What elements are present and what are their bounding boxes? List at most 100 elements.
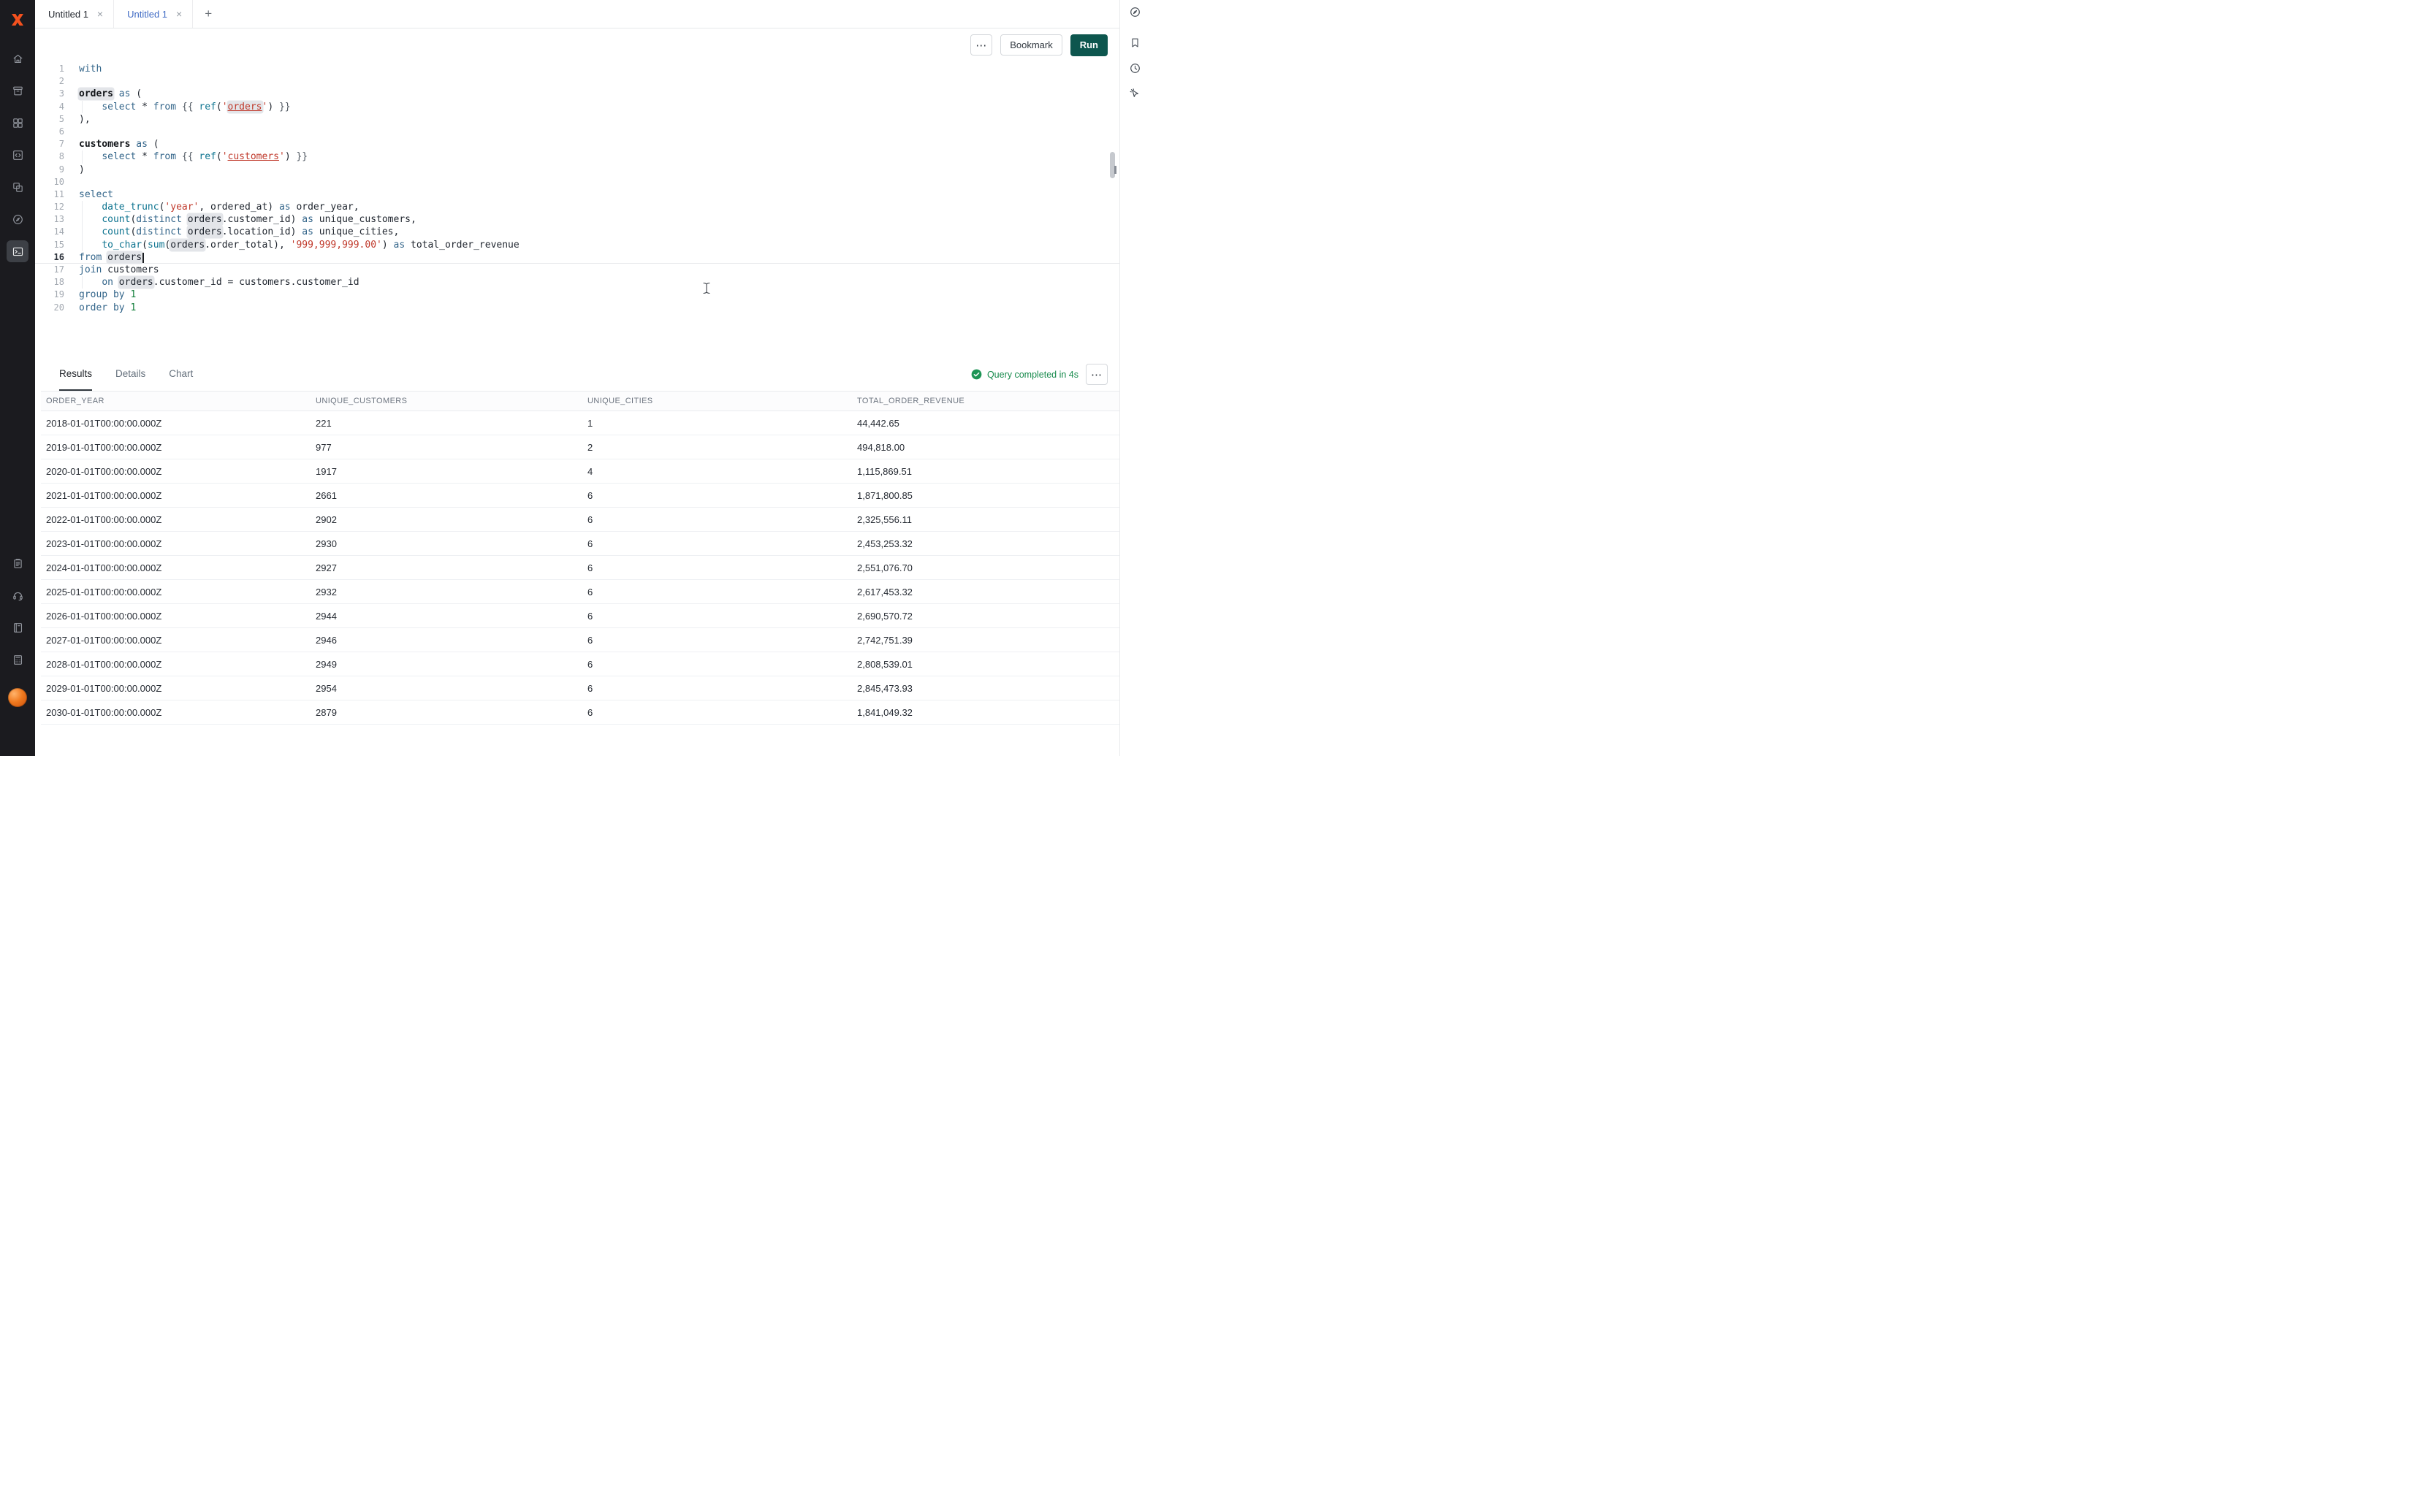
tab-chart[interactable]: Chart: [169, 358, 193, 391]
user-avatar[interactable]: [8, 688, 27, 707]
table-cell: 977: [311, 435, 582, 459]
table-cell: 2879: [311, 700, 582, 725]
close-icon[interactable]: ×: [97, 9, 103, 19]
table-row[interactable]: 2020-01-01T00:00:00.000Z191741,115,869.5…: [41, 459, 1119, 484]
code-line-18[interactable]: 18 on orders.customer_id = customers.cus…: [35, 276, 1119, 289]
code-line-11[interactable]: 11select: [35, 188, 1119, 201]
table-cell: 6: [582, 676, 852, 700]
table-cell: 2944: [311, 604, 582, 628]
tab-details[interactable]: Details: [115, 358, 145, 391]
sidebar-item-docs[interactable]: [7, 616, 28, 638]
tab-results[interactable]: Results: [59, 358, 92, 391]
table-cell: 2,845,473.93: [852, 676, 1119, 700]
line-number: 6: [41, 126, 70, 138]
sidebar-nav: [7, 47, 28, 262]
code-line-4[interactable]: 4 select * from {{ ref('orders') }}: [35, 101, 1119, 113]
sidebar-item-clipboard[interactable]: [7, 552, 28, 574]
column-header[interactable]: TOTAL_ORDER_REVENUE: [852, 392, 1119, 411]
table-row[interactable]: 2026-01-01T00:00:00.000Z294462,690,570.7…: [41, 604, 1119, 628]
table-row[interactable]: 2028-01-01T00:00:00.000Z294962,808,539.0…: [41, 652, 1119, 676]
table-cell: 2021-01-01T00:00:00.000Z: [41, 484, 311, 508]
code-line-1[interactable]: 1with: [35, 63, 1119, 75]
code-line-15[interactable]: 15 to_char(sum(orders.order_total), '999…: [35, 239, 1119, 251]
code-line-16[interactable]: 16from orders: [35, 251, 1119, 264]
sidebar-item-explore[interactable]: [7, 208, 28, 230]
code-line-17[interactable]: 17join customers: [35, 264, 1119, 276]
hex-logo[interactable]: [8, 10, 27, 29]
sql-editor[interactable]: 1with23orders as (4 select * from {{ ref…: [35, 61, 1119, 358]
table-cell: 6: [582, 532, 852, 556]
rail-item-bookmark[interactable]: [1125, 32, 1145, 53]
editor-scrollbar-thumb[interactable]: [1110, 152, 1115, 178]
table-row[interactable]: 2029-01-01T00:00:00.000Z295462,845,473.9…: [41, 676, 1119, 700]
toolbar: ⋯ Bookmark Run: [35, 28, 1119, 61]
sidebar-item-apps[interactable]: [7, 112, 28, 134]
table-row[interactable]: 2025-01-01T00:00:00.000Z293262,617,453.3…: [41, 580, 1119, 604]
query-status: Query completed in 4s: [971, 369, 1078, 380]
rail-item-history[interactable]: [1125, 58, 1145, 78]
column-header[interactable]: UNIQUE_CITIES: [582, 392, 852, 411]
document-tabbar: Untitled 1 × Untitled 1 × +: [35, 0, 1119, 28]
run-button[interactable]: Run: [1070, 34, 1108, 56]
code-line-content: select * from {{ ref('orders') }}: [79, 101, 291, 113]
code-line-6[interactable]: 6: [35, 126, 1119, 138]
sidebar-item-home[interactable]: [7, 47, 28, 69]
code-line-19[interactable]: 19 group by 1: [35, 289, 1119, 301]
code-line-content: order by 1: [79, 302, 136, 314]
support-icon: [12, 589, 24, 602]
table-row[interactable]: 2023-01-01T00:00:00.000Z293062,453,253.3…: [41, 532, 1119, 556]
sidebar-item-components[interactable]: [7, 176, 28, 198]
rail-item-explore[interactable]: [1125, 1, 1145, 22]
sidebar-bottom-nav: [7, 552, 28, 671]
code-line-3[interactable]: 3orders as (: [35, 88, 1119, 100]
code-line-content: select * from {{ ref('customers') }}: [79, 150, 308, 163]
line-number: 19: [41, 289, 70, 301]
close-icon[interactable]: ×: [176, 9, 182, 19]
code-line-content: count(distinct orders.customer_id) as un…: [79, 213, 416, 226]
line-number: 4: [41, 101, 70, 113]
new-tab-button[interactable]: +: [193, 0, 224, 28]
document-tab-1[interactable]: Untitled 1 ×: [35, 0, 114, 28]
sidebar-item-sql-cell[interactable]: [7, 144, 28, 166]
more-options-button[interactable]: ⋯: [970, 34, 992, 56]
table-row[interactable]: 2022-01-01T00:00:00.000Z290262,325,556.1…: [41, 508, 1119, 532]
code-line-2[interactable]: 2: [35, 75, 1119, 88]
sidebar-item-terminal[interactable]: [7, 240, 28, 262]
code-line-20[interactable]: 20order by 1: [35, 302, 1119, 314]
column-header[interactable]: ORDER_YEAR: [41, 392, 311, 411]
sidebar-item-calculator[interactable]: [7, 649, 28, 671]
sidebar-item-support[interactable]: [7, 584, 28, 606]
code-line-12[interactable]: 12 date_trunc('year', ordered_at) as ord…: [35, 201, 1119, 213]
table-row[interactable]: 2027-01-01T00:00:00.000Z294662,742,751.3…: [41, 628, 1119, 652]
table-row[interactable]: 2030-01-01T00:00:00.000Z287961,841,049.3…: [41, 700, 1119, 725]
table-cell: 221: [311, 411, 582, 435]
rail-item-magic-cursor[interactable]: [1125, 83, 1145, 104]
code-line-10[interactable]: 10: [35, 176, 1119, 188]
code-line-8[interactable]: 8 select * from {{ ref('customers') }}: [35, 150, 1119, 163]
document-tab-2[interactable]: Untitled 1 ×: [114, 0, 193, 28]
code-line-5[interactable]: 5),: [35, 113, 1119, 126]
table-cell: 1: [582, 411, 852, 435]
results-more-button[interactable]: ⋯: [1086, 364, 1108, 385]
code-line-14[interactable]: 14 count(distinct orders.location_id) as…: [35, 226, 1119, 238]
code-line-content: with: [79, 63, 102, 75]
table-row[interactable]: 2019-01-01T00:00:00.000Z9772494,818.00: [41, 435, 1119, 459]
tab-label: Untitled 1: [127, 9, 167, 20]
table-row[interactable]: 2021-01-01T00:00:00.000Z266161,871,800.8…: [41, 484, 1119, 508]
table-cell: 2: [582, 435, 852, 459]
table-row[interactable]: 2018-01-01T00:00:00.000Z221144,442.65: [41, 411, 1119, 435]
table-cell: 4: [582, 459, 852, 484]
code-line-9[interactable]: 9): [35, 164, 1119, 176]
code-line-7[interactable]: 7customers as (: [35, 138, 1119, 150]
line-number: 2: [41, 75, 70, 88]
table-cell: 2022-01-01T00:00:00.000Z: [41, 508, 311, 532]
column-header[interactable]: UNIQUE_CUSTOMERS: [311, 392, 582, 411]
sidebar-item-projects[interactable]: [7, 80, 28, 102]
table-cell: 1,841,049.32: [852, 700, 1119, 725]
line-number: 17: [41, 264, 70, 276]
code-line-content: group by 1: [79, 289, 136, 301]
table-row[interactable]: 2024-01-01T00:00:00.000Z292762,551,076.7…: [41, 556, 1119, 580]
code-line-13[interactable]: 13 count(distinct orders.customer_id) as…: [35, 213, 1119, 226]
text-caret: [142, 253, 144, 263]
bookmark-button[interactable]: Bookmark: [1000, 34, 1062, 56]
